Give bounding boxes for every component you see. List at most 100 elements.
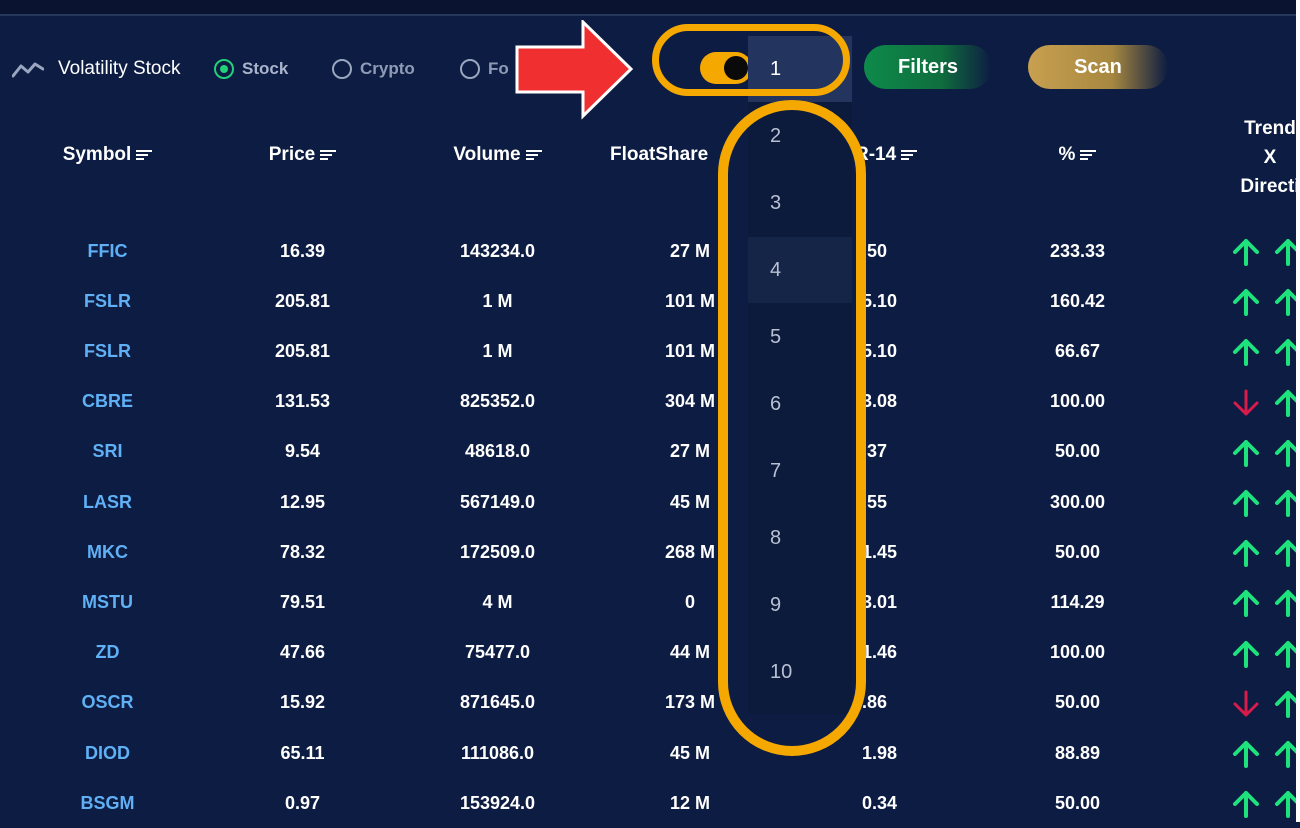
trend-arrows (1232, 288, 1300, 321)
radio-dot-icon (332, 59, 352, 79)
scan-button[interactable]: Scan (1028, 45, 1168, 89)
trend-arrows (1232, 238, 1300, 271)
cell-float: 45 M (669, 742, 711, 763)
arrow-up-icon (1232, 790, 1260, 823)
sort-icon (1080, 150, 1097, 160)
col-header-percent-label: % (1058, 144, 1076, 165)
trend-header-line3: Directi (1240, 176, 1300, 197)
col-header-percent[interactable]: % (1030, 142, 1125, 168)
table-row[interactable]: MKC 78.32 172509.0 268 M 1.45 50.00 (0, 527, 1300, 577)
cell-price: 47.66 (279, 642, 326, 663)
col-header-symbol[interactable]: Symbol (40, 142, 175, 168)
cell-price: 131.53 (274, 391, 331, 412)
table-row[interactable]: ZD 47.66 75477.0 44 M 1.46 100.00 (0, 628, 1300, 678)
sort-icon (525, 150, 542, 160)
col-header-atr[interactable]: R-14 (855, 142, 935, 168)
cell-symbol[interactable]: FSLR (40, 326, 175, 376)
col-header-float-label: FloatShare (610, 144, 709, 165)
cell-volume: 1 M (482, 290, 513, 311)
cell-price: 0.97 (284, 792, 321, 813)
arrow-up-icon (1232, 539, 1260, 572)
col-header-volume-label: Volume (453, 144, 521, 165)
cell-atr: .37 (862, 441, 888, 462)
red-arrow-icon (515, 20, 634, 120)
arrow-up-icon (1232, 439, 1260, 472)
cell-pct: 66.67 (1054, 340, 1101, 361)
table-row[interactable]: FSLR 205.81 1 M 101 M 5.10 66.67 (0, 326, 1300, 376)
cell-price: 9.54 (284, 441, 321, 462)
col-header-trend[interactable]: Trend X Directi (1220, 114, 1300, 201)
table-row[interactable]: CBRE 131.53 825352.0 304 M 3.08 100.00 (0, 377, 1300, 427)
cell-pct: 100.00 (1049, 642, 1106, 663)
arrow-up-icon (1232, 589, 1260, 622)
trend-arrows (1232, 740, 1300, 773)
cell-symbol[interactable]: OSCR (40, 678, 175, 728)
cell-volume: 1 M (482, 340, 513, 361)
cell-price: 205.81 (274, 290, 331, 311)
cell-float: 12 M (669, 792, 711, 813)
col-header-symbol-label: Symbol (62, 144, 132, 165)
col-header-price[interactable]: Price (235, 142, 370, 168)
cell-volume: 75477.0 (464, 642, 531, 663)
trend-arrows (1232, 439, 1300, 472)
cell-price: 12.95 (279, 491, 326, 512)
arrow-down-icon (1232, 389, 1260, 422)
cell-pct: 50.00 (1054, 692, 1101, 713)
arrow-up-icon (1232, 740, 1260, 773)
cell-symbol[interactable]: LASR (40, 477, 175, 527)
sort-icon (320, 150, 337, 160)
table-row[interactable]: FSLR 205.81 1 M 101 M 5.10 160.42 (0, 276, 1300, 326)
cell-volume: 153924.0 (459, 792, 536, 813)
cell-volume: 48618.0 (464, 441, 531, 462)
cell-volume: 143234.0 (459, 240, 536, 261)
trend-arrows (1232, 640, 1300, 673)
trend-arrows (1232, 790, 1300, 823)
radio-stock[interactable]: Stock (214, 56, 288, 82)
table-row[interactable]: BSGM 0.97 153924.0 12 M 0.34 50.00 (0, 778, 1300, 828)
table-row[interactable]: FFIC 16.39 143234.0 27 M .50 233.33 (0, 226, 1300, 276)
cell-symbol[interactable]: DIOD (40, 728, 175, 778)
radio-crypto-label: Crypto (360, 59, 415, 78)
radio-forex[interactable]: Fo (460, 56, 509, 82)
table-row[interactable]: SRI 9.54 48618.0 27 M .37 50.00 (0, 427, 1300, 477)
cell-pct: 114.29 (1050, 591, 1105, 612)
table-row[interactable]: DIOD 65.11 111086.0 45 M 1.98 88.89 (0, 728, 1300, 778)
cell-pct: 233.33 (1049, 240, 1106, 261)
cell-atr: 1.98 (862, 742, 898, 763)
table-row[interactable]: OSCR 15.92 871645.0 173 M .86 50.00 (0, 678, 1300, 728)
cell-volume: 871645.0 (459, 692, 536, 713)
cell-pct: 160.42 (1049, 290, 1106, 311)
arrow-up-icon (1232, 640, 1260, 673)
table-row[interactable]: MSTU 79.51 4 M 0 3.01 114.29 (0, 577, 1300, 627)
filters-button[interactable]: Filters (864, 45, 992, 89)
radio-dot-icon (460, 59, 480, 79)
cell-atr: .86 (862, 692, 888, 713)
cell-atr: 5.10 (862, 290, 898, 311)
cell-pct: 50.00 (1054, 441, 1101, 462)
cell-price: 16.39 (279, 240, 326, 261)
cell-symbol[interactable]: ZD (40, 628, 175, 678)
chart-line-icon (12, 62, 44, 78)
cell-symbol[interactable]: SRI (40, 427, 175, 477)
trend-header-line2: X (1263, 147, 1277, 168)
window-right-edge (1296, 0, 1300, 822)
cell-atr: 0.34 (862, 792, 898, 813)
col-header-volume[interactable]: Volume (425, 142, 570, 168)
cell-symbol[interactable]: FFIC (40, 226, 175, 276)
cell-symbol[interactable]: BSGM (40, 778, 175, 828)
cell-symbol[interactable]: MSTU (40, 577, 175, 627)
radio-crypto[interactable]: Crypto (332, 56, 415, 82)
col-header-price-label: Price (268, 144, 316, 165)
radio-forex-label: Fo (488, 59, 509, 78)
app-title: Volatility Stock (58, 58, 181, 79)
cell-price: 15.92 (279, 692, 326, 713)
cell-symbol[interactable]: MKC (40, 527, 175, 577)
trend-arrows (1232, 489, 1300, 522)
table-row[interactable]: LASR 12.95 567149.0 45 M .55 300.00 (0, 477, 1300, 527)
trend-arrows (1232, 338, 1300, 371)
arrow-up-icon (1232, 489, 1260, 522)
cell-atr: 1.45 (862, 541, 898, 562)
cell-symbol[interactable]: CBRE (40, 377, 175, 427)
cell-symbol[interactable]: FSLR (40, 276, 175, 326)
window-top-bar (0, 0, 1300, 16)
